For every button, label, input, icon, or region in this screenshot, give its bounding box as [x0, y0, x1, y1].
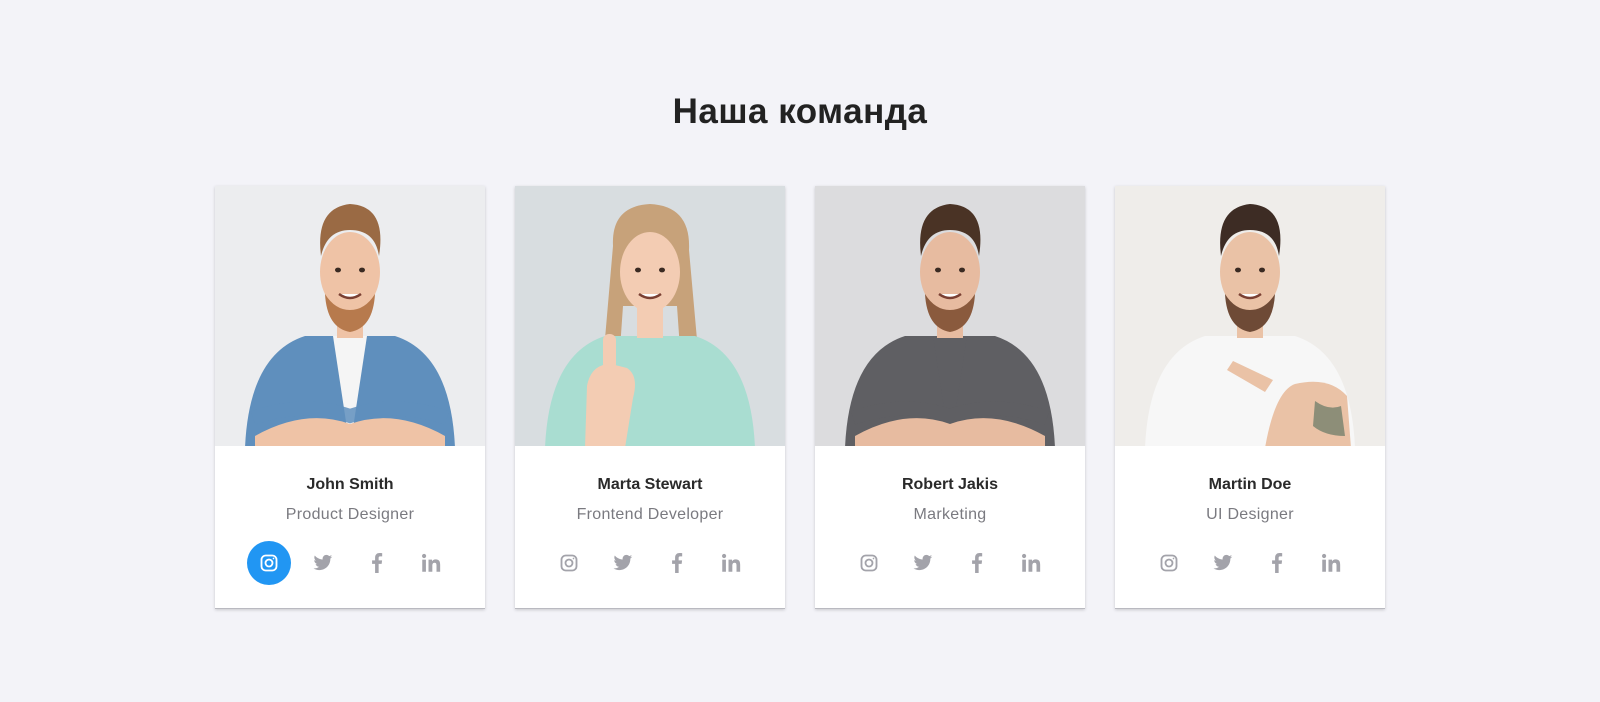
member-photo: [1115, 186, 1385, 446]
page-title: Наша команда: [672, 92, 928, 131]
instagram-link[interactable]: [247, 541, 291, 585]
facebook-link[interactable]: [1255, 541, 1299, 585]
team-card-2: Robert Jakis Marketing: [815, 186, 1085, 609]
linkedin-icon: [721, 553, 741, 573]
twitter-link[interactable]: [901, 541, 945, 585]
facebook-icon: [971, 553, 983, 573]
instagram-icon: [1159, 553, 1179, 573]
member-photo: [515, 186, 785, 446]
member-info: Robert Jakis Marketing: [815, 446, 1085, 585]
facebook-link[interactable]: [655, 541, 699, 585]
linkedin-icon: [1321, 553, 1341, 573]
social-links: [215, 541, 485, 585]
linkedin-icon: [421, 553, 441, 573]
twitter-icon: [1213, 554, 1233, 572]
instagram-link[interactable]: [847, 541, 891, 585]
instagram-icon: [559, 553, 579, 573]
social-links: [1115, 541, 1385, 585]
linkedin-icon: [1021, 553, 1041, 573]
twitter-link[interactable]: [601, 541, 645, 585]
social-links: [515, 541, 785, 585]
instagram-icon: [259, 553, 279, 573]
team-section: Наша команда John Smith Product Designer: [0, 0, 1600, 702]
member-name: John Smith: [306, 476, 394, 493]
facebook-icon: [1271, 553, 1283, 573]
instagram-link[interactable]: [1147, 541, 1191, 585]
facebook-icon: [671, 553, 683, 573]
instagram-link[interactable]: [547, 541, 591, 585]
team-card-1: Marta Stewart Frontend Developer: [515, 186, 785, 609]
twitter-icon: [313, 554, 333, 572]
twitter-link[interactable]: [301, 541, 345, 585]
twitter-icon: [913, 554, 933, 572]
facebook-link[interactable]: [355, 541, 399, 585]
team-cards: John Smith Product Designer Marta Stewar…: [215, 186, 1385, 609]
twitter-link[interactable]: [1201, 541, 1245, 585]
member-info: Martin Doe UI Designer: [1115, 446, 1385, 585]
member-name: Robert Jakis: [901, 476, 999, 493]
instagram-icon: [859, 553, 879, 573]
member-role: Product Designer: [285, 506, 415, 523]
linkedin-link[interactable]: [709, 541, 753, 585]
member-info: Marta Stewart Frontend Developer: [515, 446, 785, 585]
member-name: Martin Doe: [1208, 476, 1292, 493]
team-card-0: John Smith Product Designer: [215, 186, 485, 609]
member-photo: [815, 186, 1085, 446]
member-role: Frontend Developer: [576, 506, 724, 523]
facebook-link[interactable]: [955, 541, 999, 585]
facebook-icon: [371, 553, 383, 573]
member-role: Marketing: [913, 506, 987, 523]
member-name: Marta Stewart: [597, 476, 703, 493]
twitter-icon: [613, 554, 633, 572]
linkedin-link[interactable]: [409, 541, 453, 585]
member-info: John Smith Product Designer: [215, 446, 485, 585]
member-role: UI Designer: [1206, 506, 1294, 523]
social-links: [815, 541, 1085, 585]
team-card-3: Martin Doe UI Designer: [1115, 186, 1385, 609]
linkedin-link[interactable]: [1009, 541, 1053, 585]
linkedin-link[interactable]: [1309, 541, 1353, 585]
member-photo: [215, 186, 485, 446]
